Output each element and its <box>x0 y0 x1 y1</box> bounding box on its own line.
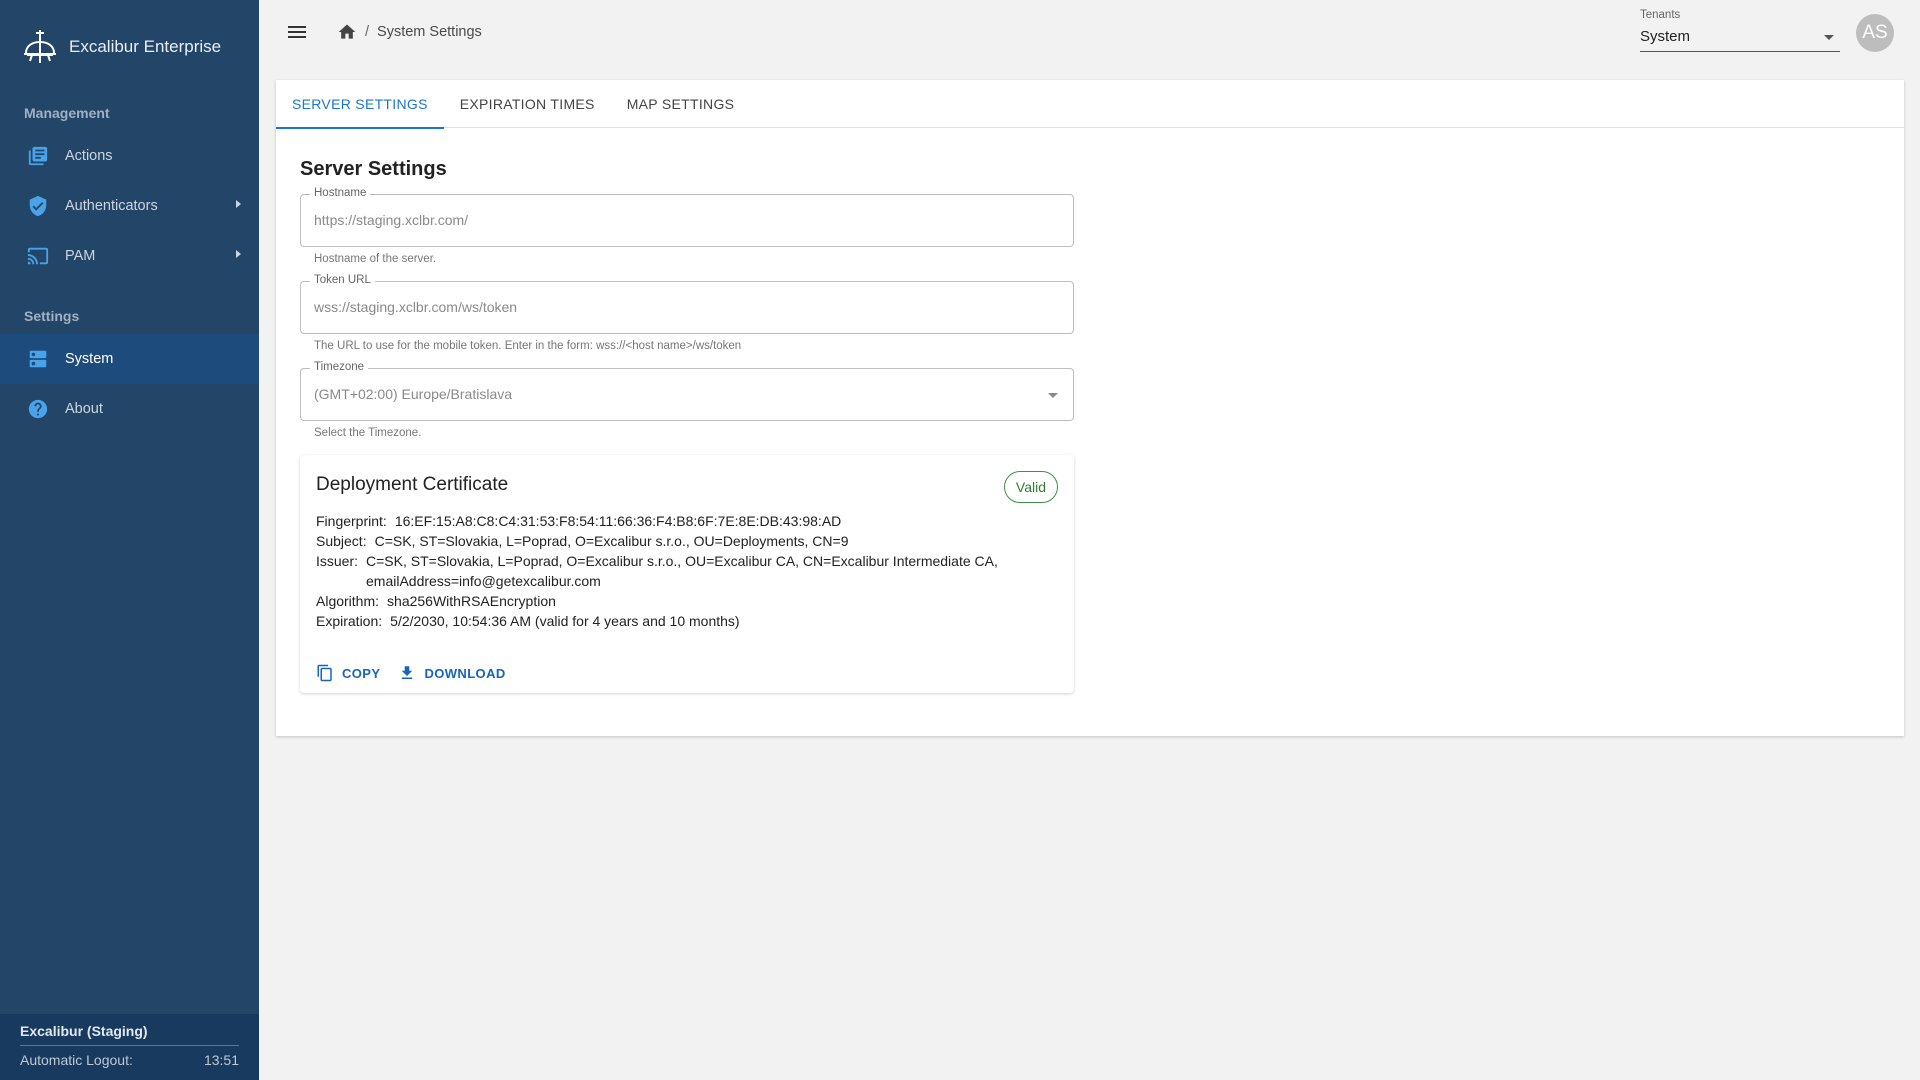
certificate-subject: Subject: C=SK, ST=Slovakia, L=Poprad, O=… <box>316 531 1036 551</box>
certificate-issuer: Issuer: C=SK, ST=Slovakia, L=Poprad, O=E… <box>316 551 1036 591</box>
section-label-settings: Settings <box>24 308 80 324</box>
issuer-value: C=SK, ST=Slovakia, L=Poprad, O=Excalibur… <box>366 553 998 589</box>
subject-value: C=SK, ST=Slovakia, L=Poprad, O=Excalibur… <box>374 533 849 549</box>
tenant-select-value[interactable]: System <box>1640 26 1840 52</box>
breadcrumb: / System Settings <box>337 22 482 42</box>
avatar[interactable]: AS <box>1856 14 1894 52</box>
copy-button-label: COPY <box>342 665 381 681</box>
brand[interactable]: Excalibur Enterprise <box>0 0 259 94</box>
token-url-helper: The URL to use for the mobile token. Ent… <box>314 340 742 352</box>
dns-icon <box>26 347 50 371</box>
environment-name: Excalibur (Staging) <box>20 1023 239 1046</box>
help-circle-icon <box>26 397 50 421</box>
expiration-key: Expiration: <box>316 613 383 629</box>
download-button[interactable]: DOWNLOAD <box>392 658 511 688</box>
expiration-value: 5/2/2030, 10:54:36 AM (valid for 4 years… <box>390 613 740 629</box>
tab-map-settings[interactable]: MAP SETTINGS <box>611 80 751 128</box>
copy-icon <box>316 664 334 682</box>
topbar: / System Settings Tenants System AS <box>259 0 1920 68</box>
excalibur-logo-icon <box>20 27 60 67</box>
hostname-helper: Hostname of the server. <box>314 253 437 265</box>
algorithm-key: Algorithm: <box>316 593 380 609</box>
fingerprint-key: Fingerprint: <box>316 513 387 529</box>
certificate-card: Deployment Certificate Valid Fingerprint… <box>300 455 1074 693</box>
tenant-select-label: Tenants <box>1640 9 1681 21</box>
hostname-value: https://staging.xclbr.com/ <box>314 212 469 228</box>
tab-bar: SERVER SETTINGS EXPIRATION TIMES MAP SET… <box>276 80 1904 129</box>
chevron-right-icon <box>236 200 241 208</box>
settings-card: SERVER SETTINGS EXPIRATION TIMES MAP SET… <box>276 80 1904 736</box>
breadcrumb-current: System Settings <box>377 24 482 40</box>
tab-expiration-times[interactable]: EXPIRATION TIMES <box>444 80 611 128</box>
fingerprint-value: 16:EF:15:A8:C8:C4:31:53:F8:54:11:66:36:F… <box>394 513 842 529</box>
dropdown-arrow-icon <box>1824 35 1834 40</box>
certificate-expiration: Expiration: 5/2/2030, 10:54:36 AM (valid… <box>316 611 1036 631</box>
sidebar-item-label: PAM <box>65 248 96 264</box>
subject-key: Subject: <box>316 533 367 549</box>
breadcrumb-separator: / <box>365 24 370 40</box>
certificate-actions: COPY DOWNLOAD <box>310 658 518 688</box>
section-title: Server Settings <box>300 158 447 180</box>
timezone-helper: Select the Timezone. <box>314 427 422 439</box>
menu-icon[interactable] <box>285 20 309 44</box>
server-settings-panel: Server Settings Hostname https://staging… <box>300 158 1074 693</box>
timezone-label: Timezone <box>310 361 369 373</box>
token-url-value: wss://staging.xclbr.com/ws/token <box>314 299 518 315</box>
issuer-key: Issuer: <box>316 553 359 569</box>
download-button-label: DOWNLOAD <box>424 665 506 681</box>
sidebar-footer: Excalibur (Staging) Automatic Logout: 13… <box>0 1014 259 1080</box>
certificate-fingerprint: Fingerprint: 16:EF:15:A8:C8:C4:31:53:F8:… <box>316 511 1036 531</box>
certificate-algorithm: Algorithm: sha256WithRSAEncryption <box>316 591 1036 611</box>
chevron-right-icon <box>236 250 241 258</box>
token-url-field[interactable]: Token URL wss://staging.xclbr.com/ws/tok… <box>300 274 1074 334</box>
auto-logout-timer: 13:51 <box>203 1052 239 1068</box>
certificate-title: Deployment Certificate <box>316 474 509 495</box>
algorithm-value: sha256WithRSAEncryption <box>387 593 556 609</box>
section-label-management: Management <box>24 105 110 121</box>
download-icon <box>398 664 416 682</box>
sidebar-item-label: About <box>65 401 103 417</box>
certificate-details: Fingerprint: 16:EF:15:A8:C8:C4:31:53:F8:… <box>316 511 1036 631</box>
hostname-label: Hostname <box>310 187 371 199</box>
sidebar-item-authenticators[interactable]: Authenticators <box>0 181 259 231</box>
auto-logout: Automatic Logout: 13:51 <box>20 1052 239 1068</box>
tab-server-settings[interactable]: SERVER SETTINGS <box>276 80 444 129</box>
hostname-field[interactable]: Hostname https://staging.xclbr.com/ <box>300 187 1074 247</box>
tenant-select[interactable]: Tenants System <box>1640 9 1840 52</box>
copy-button[interactable]: COPY <box>310 658 386 688</box>
home-icon[interactable] <box>337 22 357 42</box>
sidebar-item-label: Authenticators <box>65 198 158 214</box>
cast-icon <box>26 244 50 268</box>
shield-check-icon <box>26 194 50 218</box>
sidebar-item-label: System <box>65 351 114 367</box>
sidebar-item-system[interactable]: System <box>0 334 259 384</box>
auto-logout-label: Automatic Logout: <box>20 1052 133 1068</box>
brand-name: Excalibur Enterprise <box>69 37 222 56</box>
sidebar-item-about[interactable]: About <box>0 384 259 434</box>
sidebar-item-actions[interactable]: Actions <box>0 131 259 181</box>
sidebar: Excalibur Enterprise Management Actions … <box>0 0 259 1080</box>
sidebar-item-pam[interactable]: PAM <box>0 231 259 281</box>
tenant-selected-text: System <box>1640 28 1691 45</box>
dropdown-arrow-icon <box>1048 393 1058 398</box>
sidebar-item-label: Actions <box>65 148 113 164</box>
token-url-label: Token URL <box>310 274 375 286</box>
list-icon <box>26 144 50 168</box>
timezone-value: (GMT+02:00) Europe/Bratislava <box>314 386 513 402</box>
status-badge: Valid <box>1003 471 1058 503</box>
timezone-select[interactable]: Timezone (GMT+02:00) Europe/Bratislava <box>300 361 1074 421</box>
